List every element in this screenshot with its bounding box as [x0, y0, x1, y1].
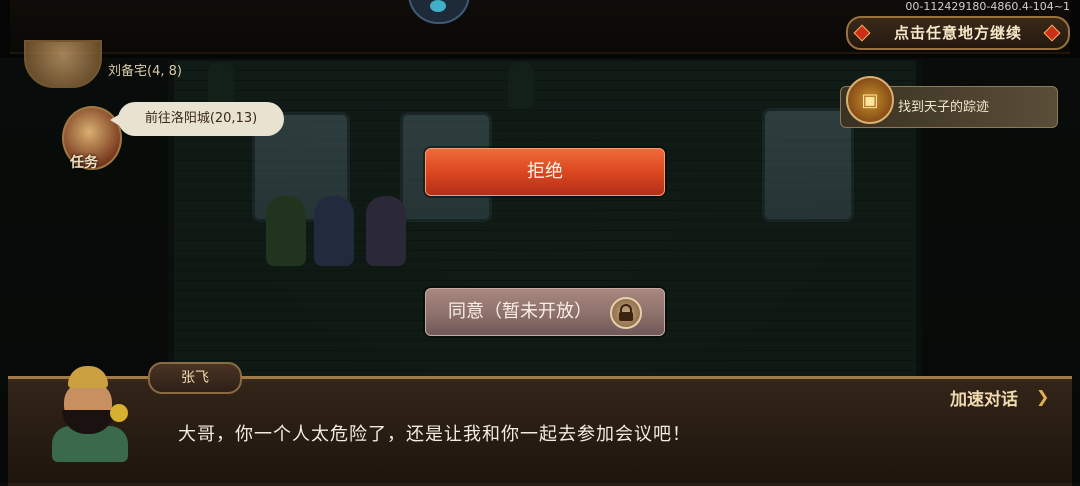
- continue-button[interactable]: 点击任意地方继续: [846, 16, 1070, 50]
- task-label[interactable]: 任务: [70, 152, 98, 172]
- agree-button-label: 同意（暂未开放）: [448, 301, 592, 322]
- dialog-text: 大哥，你一个人太危险了，还是让我和你一起去参加会议吧！: [178, 424, 691, 445]
- portrait-fist: [110, 404, 128, 422]
- portrait-helmet: [68, 366, 108, 388]
- agree-button[interactable]: 同意（暂未开放）: [425, 288, 665, 336]
- refuse-button[interactable]: 拒绝: [425, 148, 665, 196]
- speaker-name-tag: 张飞: [148, 362, 242, 394]
- speaker-portrait: [46, 366, 134, 462]
- task-bubble[interactable]: 前往洛阳城(20,13): [110, 102, 284, 136]
- chevron-right-icon[interactable]: ❯: [1036, 387, 1049, 406]
- player-location: 刘备宅(4, 8): [108, 64, 182, 79]
- player-avatar[interactable]: [24, 40, 102, 88]
- build-id: 00-112429180-4860.4-104~1: [905, 0, 1070, 13]
- lock-icon: [610, 297, 642, 329]
- treasure-chest-icon: ▣: [846, 76, 894, 124]
- speedup-dialog-button[interactable]: 加速对话: [950, 385, 1018, 410]
- quest-text: 找到天子的踪迹: [898, 100, 990, 115]
